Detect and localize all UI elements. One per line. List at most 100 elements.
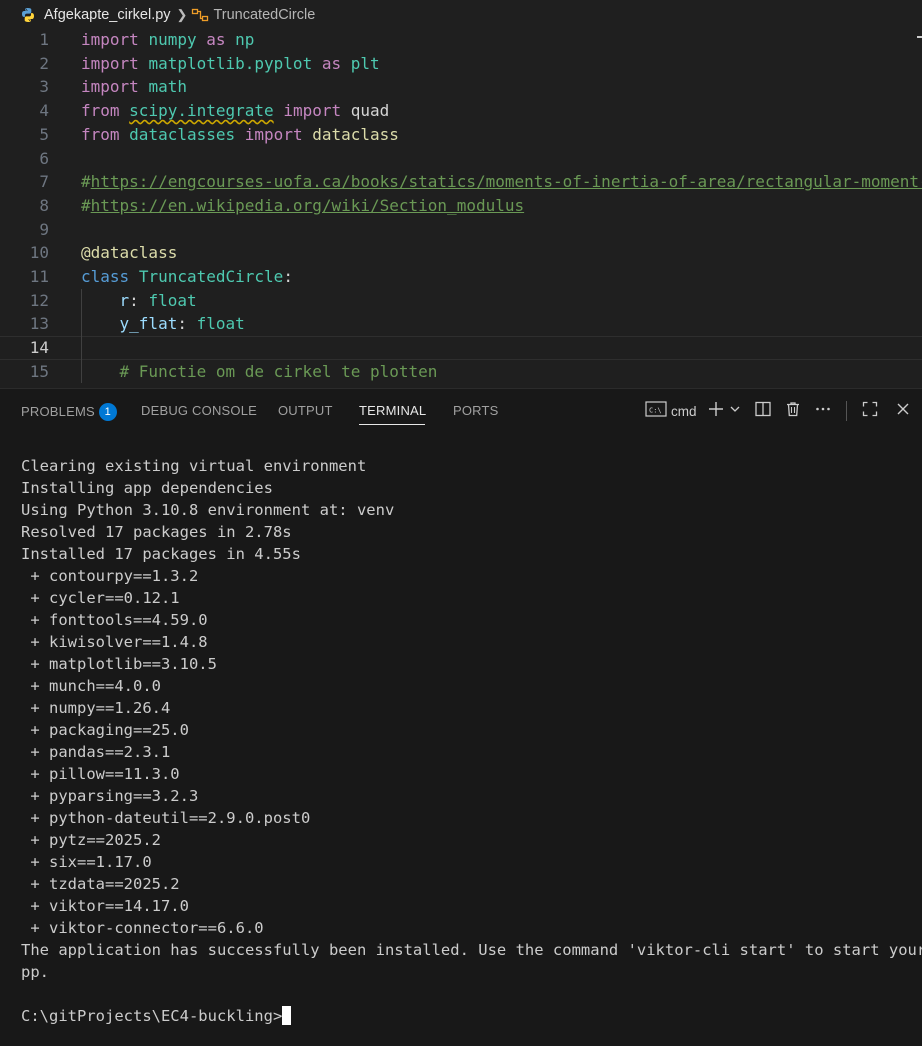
code-token: quad xyxy=(350,101,390,121)
terminal-line: Installed 17 packages in 4.55s xyxy=(21,545,301,563)
terminal-line: + tzdata==2025.2 xyxy=(21,875,180,893)
close-panel-button[interactable] xyxy=(895,399,911,423)
terminal-line: + cycler==0.12.1 xyxy=(21,589,180,607)
terminal-line: + packaging==25.0 xyxy=(21,721,189,739)
code-line[interactable]: 6 xyxy=(0,147,922,171)
code-line[interactable]: 15 # Functie om de cirkel te plotten xyxy=(0,360,922,384)
code-text: r: float xyxy=(81,289,197,313)
code-text: # Functie om de cirkel te plotten xyxy=(81,360,438,384)
line-number: 9 xyxy=(39,219,49,239)
code-editor[interactable]: 1 import numpy as np 2 import matplotlib.py… xyxy=(0,28,922,388)
line-number: 3 xyxy=(39,77,49,97)
code-text: from scipy.integrate import quad xyxy=(81,99,389,123)
line-number: 5 xyxy=(39,124,49,144)
terminal-line: + pandas==2.3.1 xyxy=(21,743,171,761)
terminal-line: + viktor-connector==6.6.0 xyxy=(21,919,264,937)
code-token: import xyxy=(244,124,303,144)
code-token: import xyxy=(283,101,342,121)
svg-text:C:\: C:\ xyxy=(649,406,662,414)
kill-terminal-button[interactable] xyxy=(784,399,802,423)
line-number: 11 xyxy=(29,267,49,286)
code-line[interactable]: 9 xyxy=(0,218,922,242)
terminal-prompt: C:\gitProjects\EC4-buckling> xyxy=(21,1007,283,1025)
chevron-right-icon: ❯ xyxy=(176,7,188,22)
trash-icon xyxy=(784,400,802,423)
breadcrumb-file[interactable]: Afgekapte_cirkel.py xyxy=(44,7,171,23)
terminal-line: + pillow==11.3.0 xyxy=(21,765,180,783)
code-line[interactable]: 10 @dataclass xyxy=(0,241,922,265)
code-token: as xyxy=(321,53,342,73)
code-text: #https://engcourses-uofa.ca/books/static… xyxy=(81,170,922,194)
code-token: scipy.integrate xyxy=(129,101,274,121)
code-line[interactable]: 13 y_flat: float xyxy=(0,312,922,336)
terminal-line: Clearing existing virtual environment xyxy=(21,457,367,475)
terminal-line: + kiwisolver==1.4.8 xyxy=(21,633,208,651)
code-line[interactable]: 14 xyxy=(0,336,922,361)
terminal-line: + munch==4.0.0 xyxy=(21,677,161,695)
code-token: y_flat xyxy=(119,314,178,334)
code-line[interactable]: 2 import matplotlib.pyplot as plt xyxy=(0,52,922,76)
plus-icon xyxy=(707,400,725,423)
code-token: from xyxy=(81,124,120,144)
terminal-prompt-line[interactable]: C:\gitProjects\EC4-buckling> xyxy=(21,1005,921,1027)
terminal-line: + viktor==14.17.0 xyxy=(21,897,189,915)
terminal-line: pp. xyxy=(21,963,49,981)
code-text: @dataclass xyxy=(81,241,177,265)
code-line[interactable]: 12 r: float xyxy=(0,289,922,313)
code-line[interactable]: 4 from scipy.integrate import quad xyxy=(0,99,922,123)
code-token: class xyxy=(81,267,130,286)
terminal-output[interactable]: Clearing existing virtual environment Ins… xyxy=(21,455,922,1027)
new-terminal-button[interactable] xyxy=(707,399,725,423)
code-token: dataclass xyxy=(312,124,399,144)
code-token: import xyxy=(81,30,139,49)
indent-guide xyxy=(81,288,82,384)
code-token: as xyxy=(206,30,226,49)
code-token: : xyxy=(129,290,149,310)
panel-toolbar: C:\ cmd xyxy=(0,399,922,423)
split-terminal-button[interactable] xyxy=(754,399,772,423)
line-number: 4 xyxy=(39,101,49,121)
code-line[interactable]: 5 from dataclasses import dataclass xyxy=(0,123,922,147)
code-token: # xyxy=(81,195,91,215)
class-symbol-icon xyxy=(191,7,209,23)
code-token: np xyxy=(235,30,255,49)
breadcrumb-symbol[interactable]: TruncatedCircle xyxy=(213,7,315,23)
chevron-down-icon xyxy=(729,402,741,420)
code-token: : xyxy=(283,267,293,286)
terminal-line: + matplotlib==3.10.5 xyxy=(21,655,217,673)
line-number: 7 xyxy=(39,172,49,192)
line-number: 6 xyxy=(39,148,49,168)
maximize-panel-button[interactable] xyxy=(861,399,879,423)
python-icon xyxy=(20,7,36,23)
terminal-profile-button[interactable]: C:\ cmd xyxy=(645,399,697,423)
code-text: import numpy as np xyxy=(81,28,254,52)
more-actions-button[interactable] xyxy=(814,399,832,423)
line-number: 1 xyxy=(39,30,49,49)
terminal-profile-label: cmd xyxy=(671,403,697,419)
code-text: import math xyxy=(81,75,187,99)
code-line[interactable]: 11 class TruncatedCircle: xyxy=(0,265,922,289)
code-token: matplotlib.pyplot xyxy=(148,53,313,73)
toolbar-divider xyxy=(846,401,847,421)
code-line[interactable]: 7 #https://engcourses-uofa.ca/books/stati… xyxy=(0,170,922,194)
maximize-icon xyxy=(861,400,879,423)
terminal-dropdown-button[interactable] xyxy=(729,399,741,423)
terminal-cmd-icon: C:\ xyxy=(645,400,667,423)
line-number: 8 xyxy=(39,195,49,215)
code-text: import matplotlib.pyplot as plt xyxy=(81,52,380,76)
bottom-panel: PROBLEMS 1 DEBUG CONSOLE OUTPUT TERMINAL … xyxy=(0,388,922,1046)
terminal-line: + python-dateutil==2.9.0.post0 xyxy=(21,809,311,827)
code-token: math xyxy=(148,77,187,97)
code-token: import xyxy=(81,53,139,73)
code-line[interactable]: 3 import math xyxy=(0,75,922,99)
code-line[interactable]: 1 import numpy as np xyxy=(0,28,922,52)
code-line[interactable]: 8 #https://en.wikipedia.org/wiki/Section_… xyxy=(0,194,922,218)
